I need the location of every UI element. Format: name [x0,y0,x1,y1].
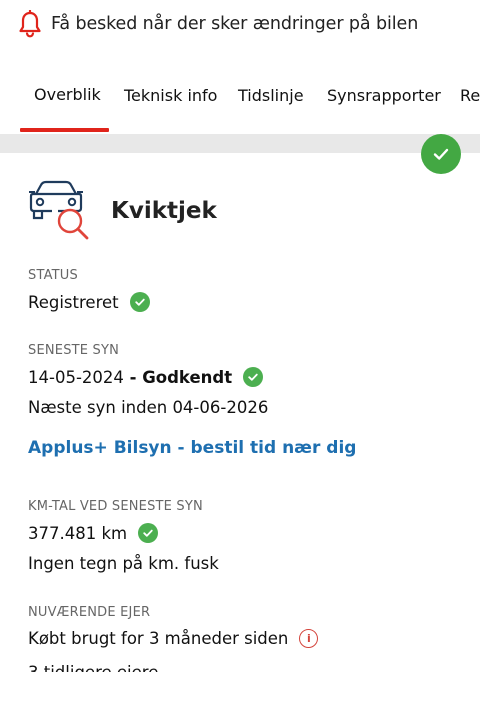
tab-registrering[interactable]: Re [460,86,480,105]
inspection-result: Godkendt [142,367,233,387]
owner-row: Købt brugt for 3 måneder siden i [28,629,319,648]
owner-label: NUVÆRENDE EJER [28,605,151,620]
active-tab-indicator [20,128,109,132]
owners-count-partial: 3 tidligere ejere [28,663,158,672]
car-overview-page: Få besked når der sker ændringer på bile… [0,0,480,710]
mileage-label: KM-TAL VED SENESTE SYN [28,499,203,514]
check-icon [129,292,150,312]
status-value-row: Registreret [28,292,150,312]
tab-teknisk-info[interactable]: Teknisk info [124,86,217,105]
check-icon [243,367,264,387]
next-inspection: Næste syn inden 04-06-2026 [28,398,269,417]
tab-overblik[interactable]: Overblik [34,85,101,104]
info-icon[interactable]: i [299,629,319,648]
notify-text: Få besked når der sker ændringer på bile… [51,14,419,34]
mileage-note: Ingen tegn på km. fusk [28,554,219,573]
divider-bar [0,134,480,153]
check-icon [138,523,159,543]
tab-synsrapporter[interactable]: Synsrapporter [327,86,441,105]
last-inspection-row: 14-05-2024 - Godkendt [28,367,264,387]
status-label: STATUS [28,268,78,283]
notify-button[interactable]: Få besked når der sker ændringer på bile… [18,10,418,38]
mileage-row: 377.481 km [28,523,159,543]
inspection-date: 14-05-2024 [28,367,124,387]
mileage-value: 377.481 km [28,523,128,543]
last-inspection-label: SENESTE SYN [28,343,120,358]
owner-value: Købt brugt for 3 måneder siden [28,629,289,648]
book-inspection-link[interactable]: Applus+ Bilsyn - bestil tid nær dig [28,438,356,458]
section-header: Kviktjek [28,180,217,242]
inspection-separator: - [123,367,143,387]
car-search-icon [29,180,89,240]
tab-bar: Overblik Teknisk info Tidslinje Synsrapp… [0,74,480,134]
approved-badge-icon [421,134,461,174]
section-title: Kviktjek [111,198,217,224]
status-value: Registreret [28,292,119,312]
tab-tidslinje[interactable]: Tidslinje [238,86,304,105]
bell-icon [19,10,41,38]
